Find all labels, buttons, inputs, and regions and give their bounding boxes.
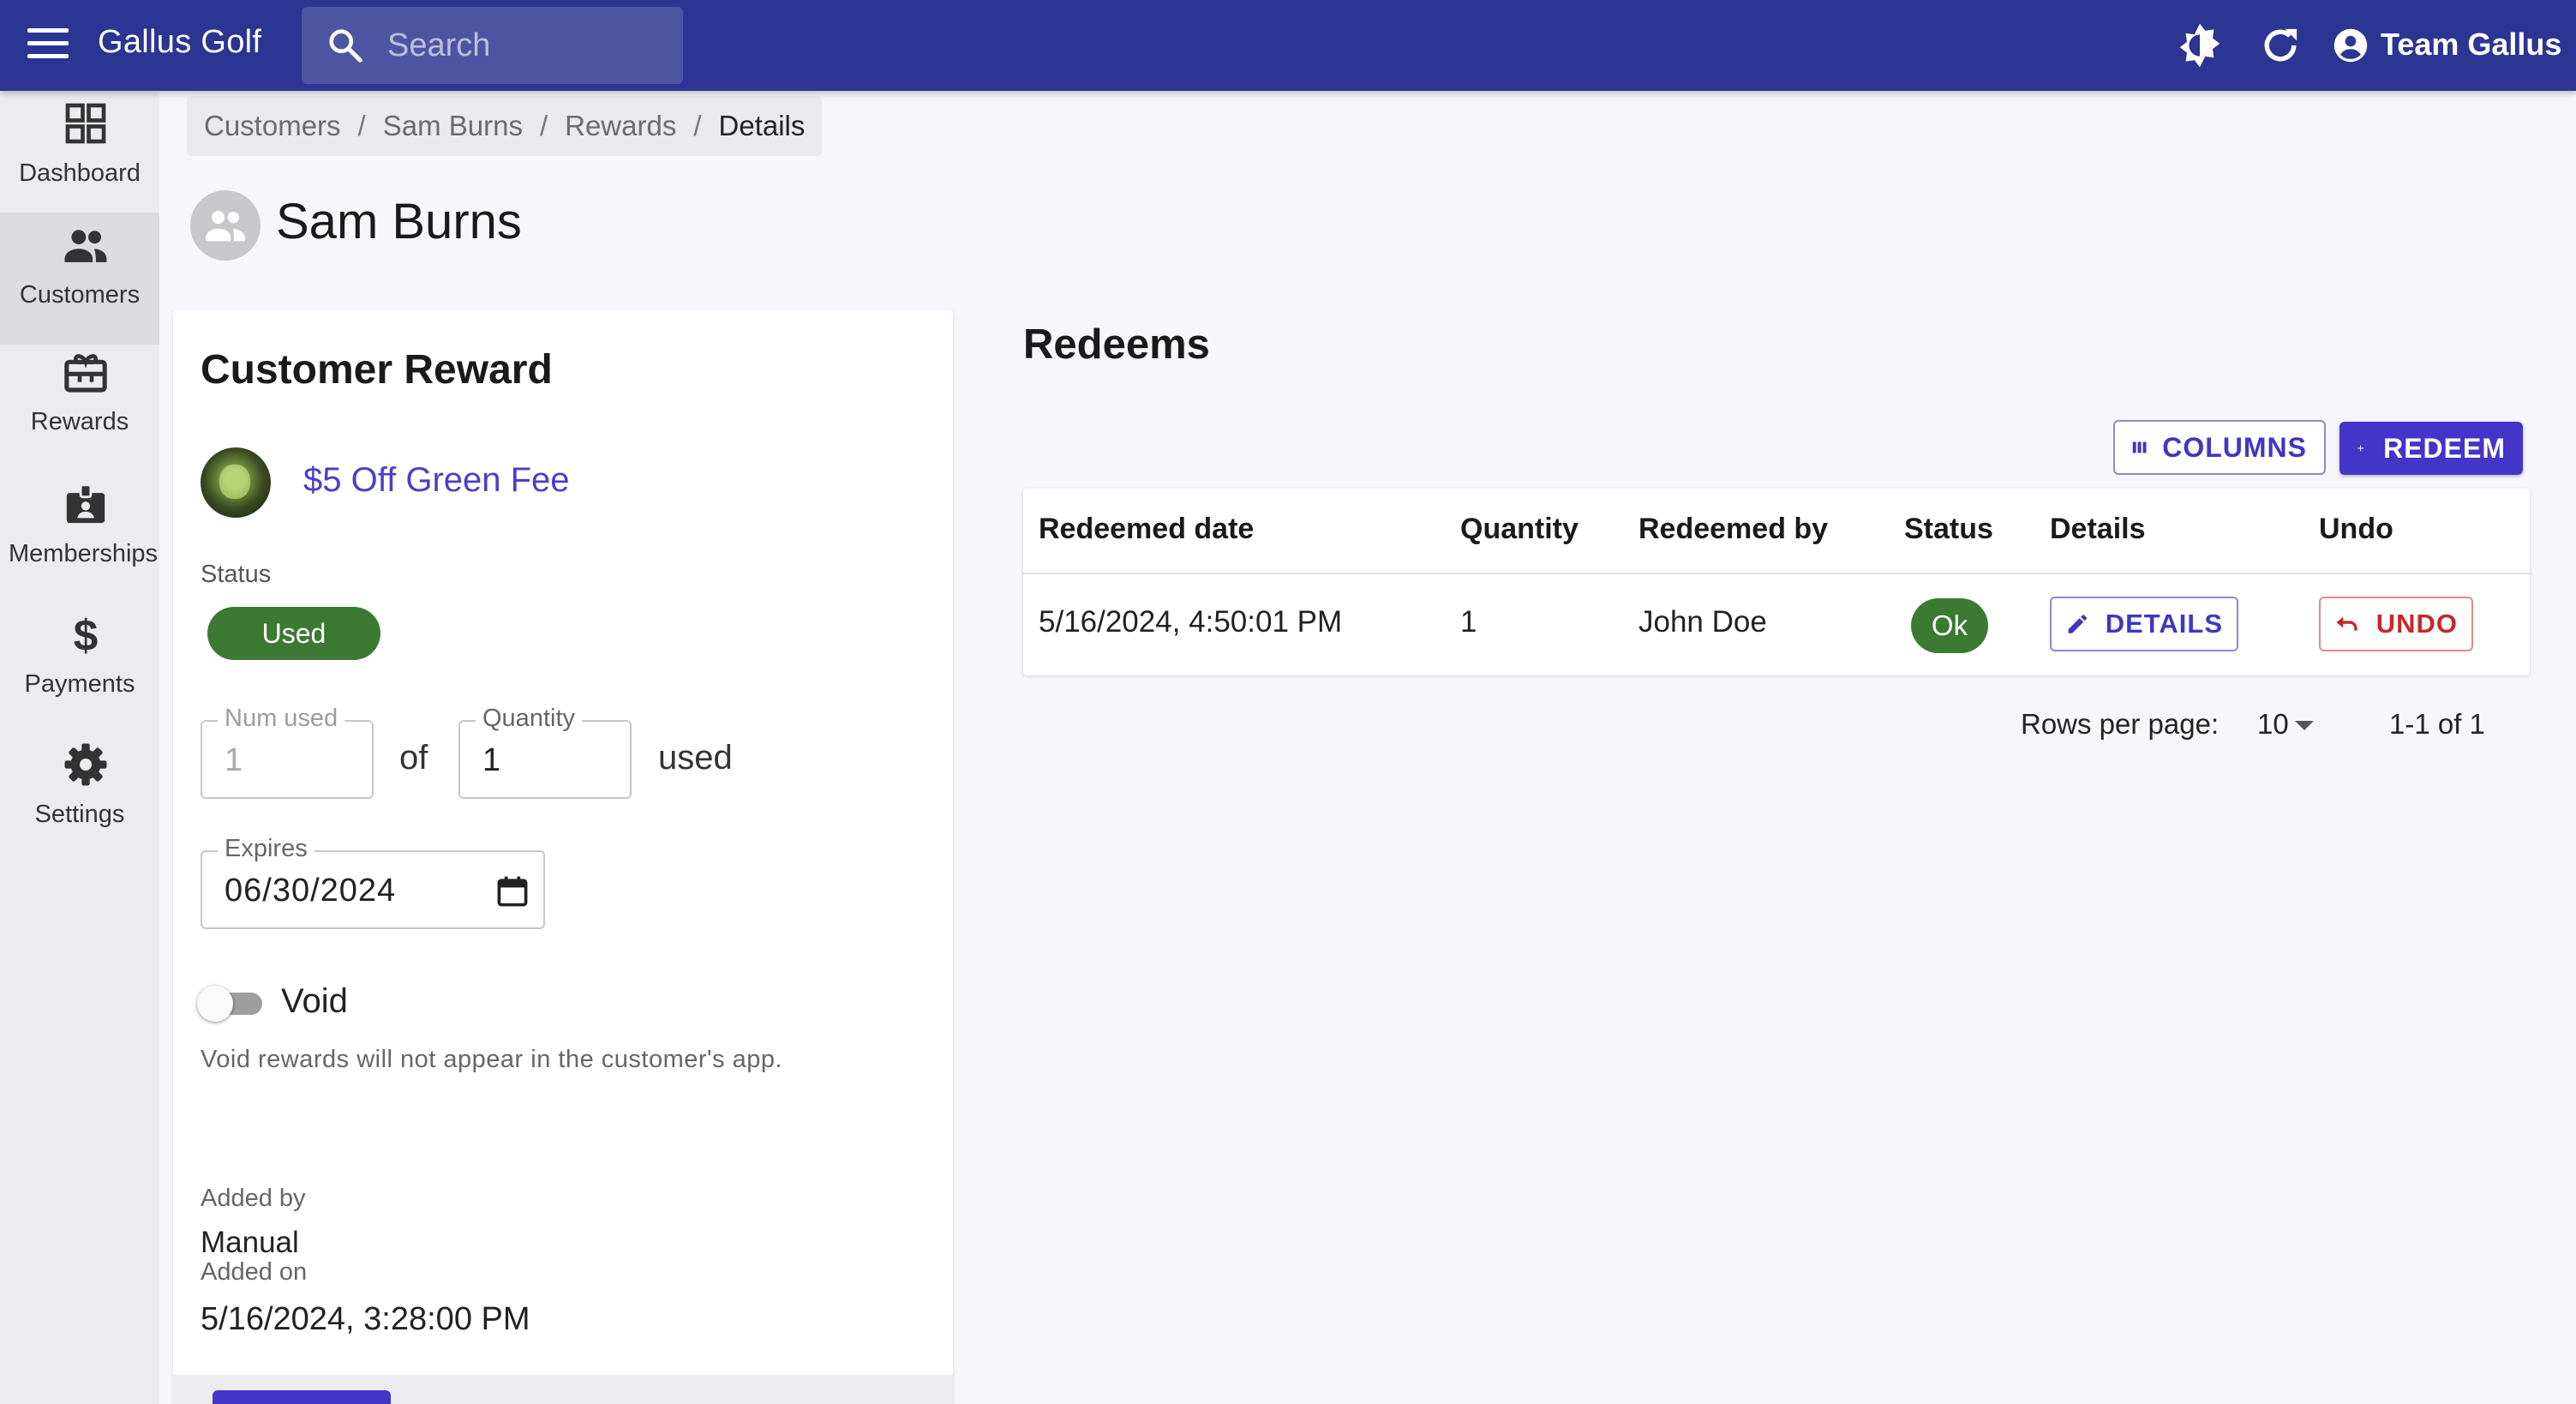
of-text: of <box>399 739 428 777</box>
details-button[interactable]: DETAILS <box>2050 597 2238 651</box>
avatar <box>190 190 261 261</box>
rows-per-page-label: Rows per page: <box>2021 708 2220 740</box>
expires-label: Expires <box>218 835 315 863</box>
rows-per-page-select[interactable]: 10 <box>2257 708 2289 741</box>
people-icon <box>206 211 245 242</box>
chevron-down-icon[interactable] <box>2295 721 2314 730</box>
sidebar-item-label: Customers <box>19 281 141 309</box>
save-button[interactable] <box>213 1390 391 1404</box>
side-nav: Dashboard Customers Rewards Memberships <box>0 91 159 1404</box>
card-footer <box>173 1375 953 1404</box>
sidebar-item-rewards[interactable]: Rewards <box>0 339 159 471</box>
added-by-value: Manual <box>201 1226 299 1259</box>
quantity-label: Quantity <box>476 705 582 733</box>
sidebar-item-label: Rewards <box>30 408 129 435</box>
columns-icon <box>2132 441 2147 453</box>
void-help-text: Void rewards will not appear in the cust… <box>201 1046 783 1073</box>
column-header-quantity[interactable]: Quantity <box>1460 513 1579 546</box>
people-icon <box>64 230 107 262</box>
menu-icon[interactable] <box>27 28 69 63</box>
column-header-redeemed-date[interactable]: Redeemed date <box>1039 513 1254 546</box>
undo-button-label: UNDO <box>2375 609 2458 639</box>
sidebar-item-memberships[interactable]: Memberships <box>0 471 159 603</box>
quantity-input[interactable] <box>482 742 611 779</box>
breadcrumb-rewards[interactable]: Rewards <box>565 110 676 142</box>
search-box[interactable] <box>302 7 683 84</box>
sidebar-item-label: Dashboard <box>19 159 141 187</box>
breadcrumb-customers[interactable]: Customers <box>204 110 341 142</box>
redeems-table: Redeemed date Quantity Redeemed by Statu… <box>1023 489 2530 675</box>
sidebar-item-label: Settings <box>34 801 125 828</box>
page-range: 1-1 of 1 <box>2389 708 2485 740</box>
redeem-button-label: REDEEM <box>2383 432 2506 464</box>
breadcrumb-separator: / <box>539 110 548 141</box>
redeem-button[interactable]: REDEEM <box>2339 422 2523 475</box>
status-badge: Ok <box>1911 598 1988 653</box>
breadcrumb-current: Details <box>718 110 806 141</box>
svg-text:$: $ <box>74 611 99 658</box>
badge-icon <box>66 483 105 524</box>
column-header-status[interactable]: Status <box>1904 513 1993 546</box>
dashboard-icon <box>65 103 106 144</box>
sidebar-item-label: Memberships <box>9 540 159 567</box>
breadcrumb-separator: / <box>693 110 702 141</box>
breadcrumb-customer[interactable]: Sam Burns <box>383 110 523 142</box>
expires-input[interactable] <box>225 873 464 909</box>
cell-quantity: 1 <box>1460 605 1477 639</box>
dollar-icon: $ <box>74 611 99 658</box>
search-icon <box>329 29 362 63</box>
status-label: Status <box>201 561 272 588</box>
columns-button-label: COLUMNS <box>2162 431 2307 463</box>
column-header-undo[interactable]: Undo <box>2319 513 2393 546</box>
page-title: Sam Burns <box>276 194 522 249</box>
sidebar-item-payments[interactable]: $ Payments <box>0 602 159 734</box>
header-divider <box>1023 573 2530 574</box>
details-button-label: DETAILS <box>2105 609 2223 639</box>
sidebar-item-dashboard[interactable]: Dashboard <box>0 91 159 223</box>
breadcrumb-separator: / <box>357 110 366 141</box>
cell-redeemed-by: John Doe <box>1638 605 1767 639</box>
plus-icon <box>2357 445 2363 452</box>
account-circle-icon <box>2333 28 2368 63</box>
redeems-title: Redeems <box>1023 321 1210 368</box>
calendar-icon[interactable] <box>494 873 531 910</box>
breadcrumb: Customers / Sam Burns / Rewards / Detail… <box>187 96 823 156</box>
cell-redeemed-date: 5/16/2024, 4:50:01 PM <box>1039 605 1343 639</box>
num-used-input <box>225 742 353 779</box>
added-by-label: Added by <box>201 1185 306 1212</box>
edit-icon <box>2068 615 2088 633</box>
search-input[interactable] <box>387 22 662 69</box>
column-header-redeemed-by[interactable]: Redeemed by <box>1638 513 1828 546</box>
added-on-label: Added on <box>201 1258 308 1286</box>
added-on-value: 5/16/2024, 3:28:00 PM <box>201 1301 530 1337</box>
gear-icon <box>64 743 107 786</box>
brightness-icon[interactable] <box>2175 21 2225 70</box>
num-used-field: Num used <box>201 705 374 799</box>
quantity-field[interactable]: Quantity <box>458 705 632 799</box>
customer-reward-card: Customer Reward $5 Off Green Fee Status … <box>173 310 953 1404</box>
undo-button[interactable]: UNDO <box>2319 597 2473 651</box>
undo-icon <box>2336 616 2357 631</box>
sidebar-item-settings[interactable]: Settings <box>0 732 159 864</box>
expires-field[interactable]: Expires <box>201 835 545 929</box>
status-badge: Used <box>207 607 380 660</box>
used-text: used <box>658 739 733 777</box>
sidebar-item-label: Payments <box>24 670 135 698</box>
reward-image <box>201 447 271 518</box>
sidebar-item-customers[interactable]: Customers <box>0 213 159 345</box>
reward-name-link[interactable]: $5 Off Green Fee <box>303 461 570 500</box>
gift-icon <box>64 354 107 393</box>
num-used-label: Num used <box>218 705 345 733</box>
void-switch[interactable] <box>197 981 266 1023</box>
account-label: Team Gallus <box>2381 27 2562 62</box>
app-bar: Gallus Golf Team Gallus <box>0 0 2576 91</box>
card-title: Customer Reward <box>201 347 553 393</box>
refresh-icon[interactable] <box>2257 22 2303 69</box>
columns-button[interactable]: COLUMNS <box>2113 420 2326 475</box>
void-label: Void <box>281 982 348 1020</box>
column-header-details[interactable]: Details <box>2050 513 2146 546</box>
app-title: Gallus Golf <box>98 24 262 60</box>
switch-thumb <box>197 986 233 1022</box>
